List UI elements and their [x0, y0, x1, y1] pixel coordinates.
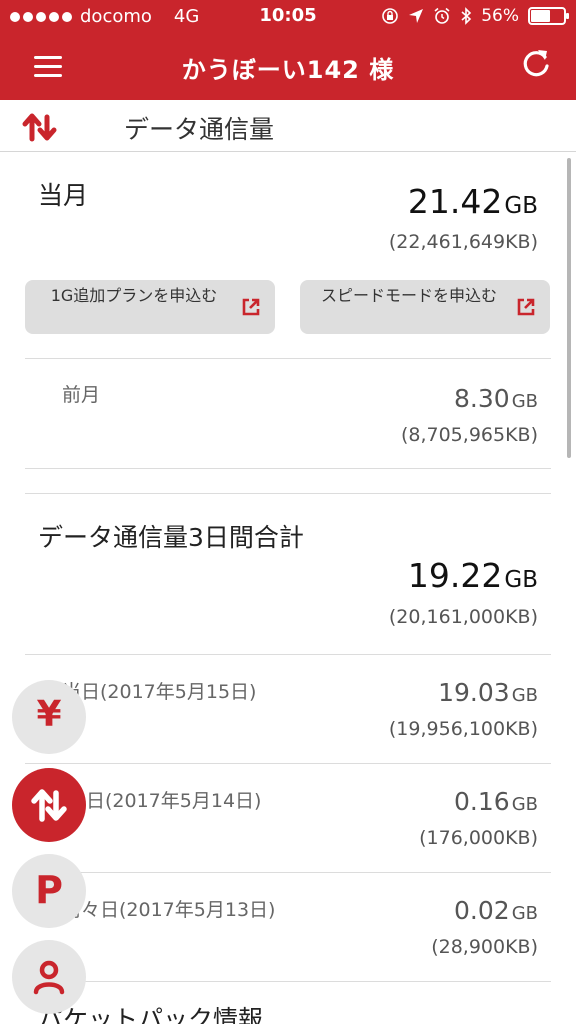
profile-fab[interactable]: [12, 940, 86, 1014]
add-plan-label: 1G追加プランを申込む: [50, 286, 218, 305]
day-value: 0.02 GB: [454, 896, 538, 925]
divider: [25, 763, 551, 764]
user-icon: [33, 960, 65, 995]
day-amount: 0.02: [454, 896, 510, 925]
current-month-kb: (22,461,649KB): [388, 231, 538, 253]
divider: [25, 654, 551, 655]
page-title: かうぼーい142 様: [181, 56, 395, 84]
points-icon: P: [35, 868, 63, 912]
external-link-icon: [242, 298, 260, 316]
location-icon: [409, 9, 424, 23]
refresh-icon: [523, 50, 549, 77]
battery-percent: 56%: [481, 6, 519, 26]
divider: [25, 358, 551, 359]
previous-month-kb: (8,705,965KB): [400, 424, 538, 446]
day-amount: 0.16: [454, 787, 510, 816]
three-day-label: データ通信量3日間合計: [38, 523, 304, 552]
external-link-icon: [517, 298, 535, 316]
three-day-unit: GB: [504, 567, 538, 593]
previous-month-value: 8.30 GB: [454, 384, 538, 413]
yen-icon: ¥: [36, 694, 62, 735]
three-day-value: 19.22GB: [408, 556, 538, 595]
day-unit: GB: [511, 903, 538, 924]
divider: [25, 872, 551, 873]
top-app-bar: docomo 4G 10:05 56% かうぼーい142 様: [0, 0, 576, 100]
day-kb: (28,900KB): [431, 936, 538, 958]
section-header: データ通信量: [0, 100, 576, 152]
day-value: 19.03 GB: [438, 678, 538, 707]
day-kb: (19,956,100KB): [388, 718, 538, 740]
divider: [25, 981, 551, 982]
billing-fab[interactable]: ¥: [12, 680, 86, 754]
alarm-icon: [434, 7, 450, 24]
three-day-kb: (20,161,000KB): [388, 606, 538, 628]
app-header: かうぼーい142 様: [0, 34, 576, 100]
add-plan-button[interactable]: 1G追加プランを申込む: [25, 280, 275, 334]
day-label: 前々日(2017年5月13日): [62, 899, 276, 921]
data-usage-fab[interactable]: [12, 768, 86, 842]
day-kb: (176,000KB): [419, 827, 538, 849]
divider: [25, 493, 551, 494]
speed-mode-button[interactable]: スピードモードを申込む: [300, 280, 550, 334]
previous-month-unit: GB: [511, 391, 538, 412]
points-fab[interactable]: P: [12, 854, 86, 928]
current-month-unit: GB: [504, 193, 538, 219]
previous-month-label: 前月: [62, 384, 101, 406]
day-unit: GB: [511, 794, 538, 815]
status-right: 56%: [381, 6, 569, 26]
speed-mode-label: スピードモードを申込む: [320, 286, 497, 305]
scrollbar[interactable]: [567, 158, 571, 458]
transfer-arrows-icon: [22, 113, 57, 142]
section-title: データ通信量: [124, 115, 275, 144]
battery-icon: [528, 7, 569, 25]
refresh-button[interactable]: [518, 46, 554, 82]
bluetooth-icon: [461, 7, 472, 25]
day-amount: 19.03: [438, 678, 510, 707]
current-month-value: 21.42GB: [408, 182, 538, 221]
current-month-amount: 21.42: [407, 182, 503, 221]
three-day-amount: 19.22: [407, 556, 503, 595]
transfer-arrows-icon: [31, 789, 67, 822]
orientation-lock-icon: [382, 8, 399, 24]
previous-month-amount: 8.30: [454, 384, 510, 413]
day-value: 0.16 GB: [454, 787, 538, 816]
status-bar: docomo 4G 10:05 56%: [0, 0, 576, 34]
divider: [25, 468, 551, 469]
day-label: 日(2017年5月14日): [86, 790, 262, 812]
day-unit: GB: [511, 685, 538, 706]
current-month-label: 当月: [38, 181, 89, 210]
day-label: 当日(2017年5月15日): [62, 681, 257, 703]
